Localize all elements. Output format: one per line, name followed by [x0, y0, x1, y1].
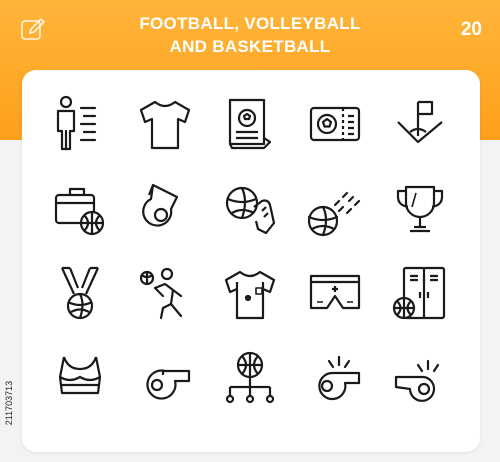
icon-grid-card — [22, 70, 480, 452]
corner-flag-icon — [388, 92, 452, 156]
match-ticket-icon — [303, 92, 367, 156]
jersey-shirt-icon — [133, 92, 197, 156]
stock-id-text: 211703713 — [4, 380, 14, 426]
trophy-cup-icon — [388, 177, 452, 241]
sports-shorts-icon — [303, 262, 367, 326]
blowing-whistle-icon — [303, 347, 367, 411]
sports-bag-basketball-icon — [48, 177, 112, 241]
title-line-1: FOOTBALL, VOLLEYBALL — [139, 14, 361, 33]
flying-volleyball-icon — [303, 177, 367, 241]
page-title: FOOTBALL, VOLLEYBALL AND BASKETBALL — [0, 12, 500, 58]
sports-newspaper-icon — [218, 92, 282, 156]
whistle-icon — [133, 177, 197, 241]
loud-whistle-icon — [388, 347, 452, 411]
volleyball-player-icon — [133, 262, 197, 326]
basketball-strategy-icon — [218, 347, 282, 411]
medal-volleyball-icon — [48, 262, 112, 326]
sports-bra-icon — [48, 347, 112, 411]
title-line-2: AND BASKETBALL — [169, 37, 331, 56]
referee-shirt-icon — [218, 262, 282, 326]
stock-id-watermark: 211703713 — [1, 350, 15, 460]
icon-count-badge: 20 — [460, 19, 482, 40]
player-speed-icon — [48, 92, 112, 156]
hand-holding-ball-icon — [218, 177, 282, 241]
whistle-side-icon — [133, 347, 197, 411]
locker-basketball-icon — [388, 262, 452, 326]
